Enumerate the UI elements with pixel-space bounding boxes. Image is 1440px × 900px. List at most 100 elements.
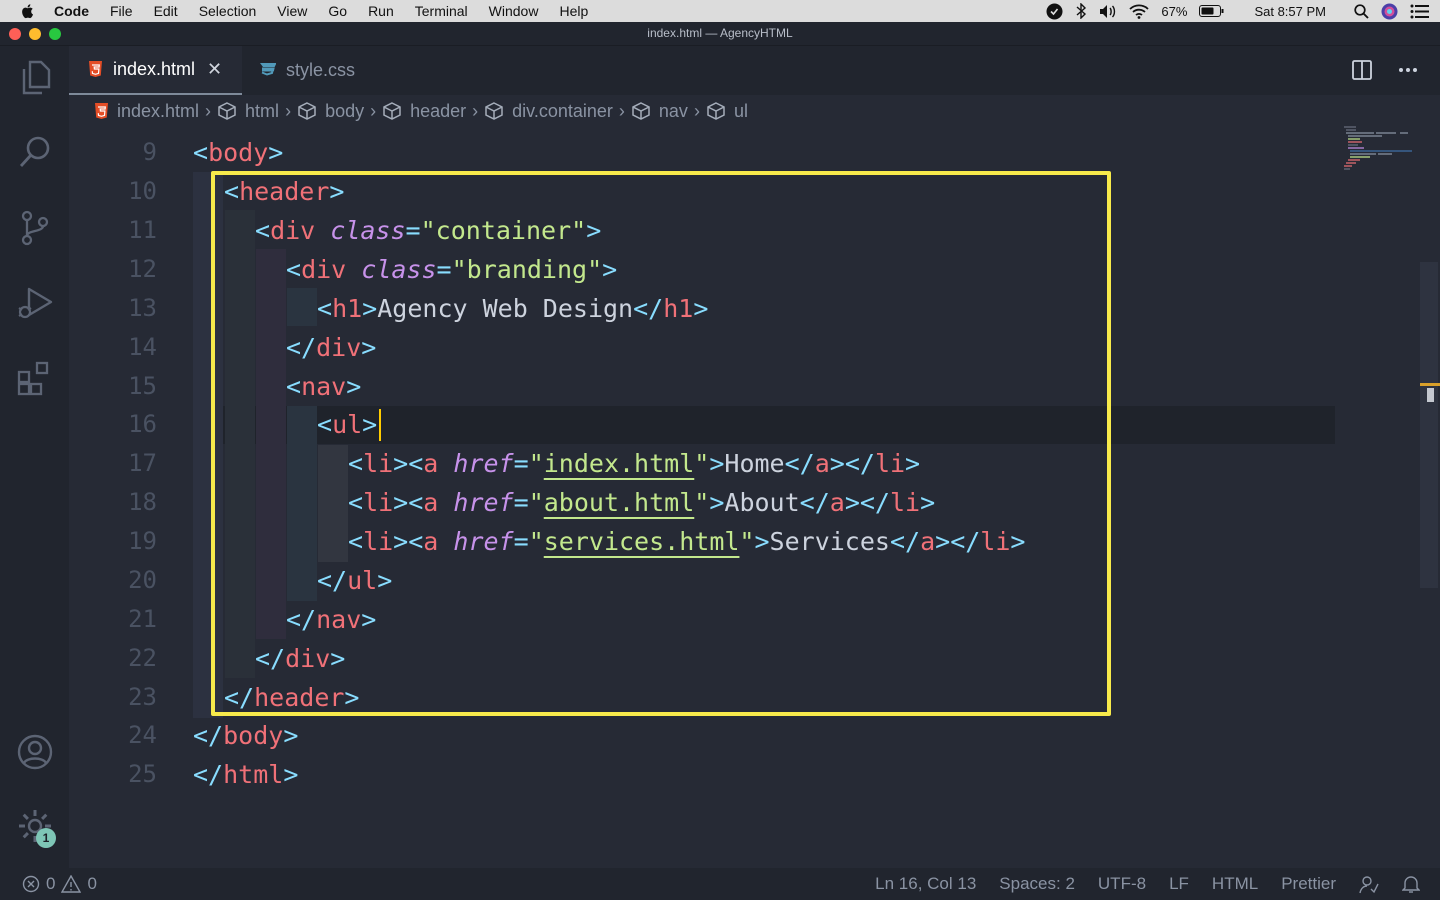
- formatter-status[interactable]: Prettier: [1281, 874, 1336, 894]
- menu-extras: 67% Sat 8:57 PM: [1046, 0, 1430, 22]
- annotation-highlight-box: [211, 171, 1111, 716]
- problems-indicator[interactable]: 0 0: [22, 874, 97, 894]
- element-cube-icon: [485, 102, 503, 120]
- warning-icon: [61, 875, 82, 893]
- end-of-line[interactable]: LF: [1169, 874, 1189, 894]
- menu-file[interactable]: File: [110, 0, 133, 22]
- file-encoding[interactable]: UTF-8: [1098, 874, 1146, 894]
- tab-index-html[interactable]: index.html ✕: [69, 46, 242, 95]
- element-cube-icon: [218, 102, 236, 120]
- chevron-right-icon: ›: [693, 100, 700, 121]
- breadcrumb-label: nav: [658, 100, 688, 121]
- siri-icon[interactable]: [1381, 3, 1398, 20]
- menu-window[interactable]: Window: [489, 0, 539, 22]
- line-number: 17: [128, 449, 157, 477]
- element-cube-icon: [632, 102, 650, 120]
- indentation-setting[interactable]: Spaces: 2: [999, 874, 1075, 894]
- breadcrumb-html[interactable]: html: [217, 101, 279, 122]
- chevron-right-icon: ›: [472, 100, 479, 121]
- breadcrumb-label: html: [245, 100, 280, 121]
- close-tab-icon[interactable]: ✕: [207, 59, 222, 80]
- breadcrumb-file[interactable]: index.html: [94, 101, 199, 122]
- css3-icon: [260, 63, 276, 76]
- notifications-bell-icon[interactable]: [1402, 874, 1420, 894]
- breadcrumb: index.html › html › body › header › div.…: [94, 98, 748, 124]
- spotlight-search-icon[interactable]: [1354, 3, 1369, 19]
- breadcrumb-ul[interactable]: ul: [706, 101, 748, 122]
- code-line-9[interactable]: <body>: [193, 133, 283, 172]
- menu-terminal[interactable]: Terminal: [415, 0, 468, 22]
- line-number: 22: [128, 644, 157, 672]
- code-line-25[interactable]: </html>: [193, 755, 298, 794]
- scrollbar-cursor-marker: [1420, 383, 1440, 386]
- line-number: 25: [128, 760, 157, 788]
- line-number: 11: [128, 216, 157, 244]
- html5-icon: [95, 102, 108, 119]
- more-actions-icon[interactable]: [1398, 67, 1418, 73]
- warning-count: 0: [87, 874, 97, 893]
- language-mode[interactable]: HTML: [1212, 874, 1258, 894]
- settings-update-badge: 1: [36, 828, 56, 848]
- breadcrumb-label: index.html: [117, 100, 200, 121]
- breadcrumb-div-container[interactable]: div.container: [484, 101, 613, 122]
- apple-icon[interactable]: [20, 3, 36, 19]
- tab-label: style.css: [286, 60, 356, 80]
- search-icon[interactable]: [17, 134, 53, 170]
- status-bar-right: Ln 16, Col 13 Spaces: 2 UTF-8 LF HTML Pr…: [875, 874, 1420, 894]
- chevron-right-icon: ›: [285, 100, 292, 121]
- menu-help[interactable]: Help: [559, 0, 588, 22]
- scrollbar-thumb[interactable]: [1427, 388, 1434, 402]
- code-line-24[interactable]: </body>: [193, 716, 298, 755]
- bluetooth-icon[interactable]: [1075, 3, 1087, 19]
- breadcrumb-nav[interactable]: nav: [631, 101, 688, 122]
- tab-style-css[interactable]: style.css: [242, 46, 382, 95]
- accounts-icon[interactable]: [17, 734, 53, 770]
- menu-view[interactable]: View: [277, 0, 307, 22]
- cursor-position[interactable]: Ln 16, Col 13: [875, 874, 976, 894]
- element-cube-icon: [383, 102, 401, 120]
- line-number: 9: [142, 138, 157, 166]
- split-editor-icon[interactable]: [1352, 60, 1372, 80]
- chevron-right-icon: ›: [370, 100, 377, 121]
- explorer-icon[interactable]: [17, 60, 53, 96]
- line-number: 23: [128, 683, 157, 711]
- line-number: 19: [128, 527, 157, 555]
- menu-selection[interactable]: Selection: [199, 0, 257, 22]
- battery-icon[interactable]: [1199, 5, 1224, 17]
- line-number: 24: [128, 721, 157, 749]
- minimap[interactable]: [1340, 125, 1420, 185]
- breadcrumb-label: body: [325, 100, 365, 121]
- menu-edit[interactable]: Edit: [154, 0, 178, 22]
- chevron-right-icon: ›: [205, 100, 212, 121]
- editor-actions: [1352, 60, 1418, 80]
- battery-percent: 67%: [1161, 3, 1188, 19]
- menubar-clock[interactable]: Sat 8:57 PM: [1254, 4, 1326, 19]
- line-number: 18: [128, 488, 157, 516]
- element-cube-icon: [707, 102, 725, 120]
- window-title-bar: index.html — AgencyHTML: [0, 22, 1440, 46]
- run-debug-icon[interactable]: [17, 286, 53, 322]
- vertical-scrollbar[interactable]: [1420, 262, 1438, 588]
- notification-center-icon[interactable]: [1410, 4, 1430, 19]
- line-number: 20: [128, 566, 157, 594]
- code-editor[interactable]: 9 10 11 12 13 14 15 16 17 18 19 20 21 22…: [69, 130, 1420, 868]
- menu-code[interactable]: Code: [54, 0, 89, 22]
- status-circle-icon[interactable]: [1046, 3, 1063, 20]
- line-number: 10: [128, 177, 157, 205]
- wifi-icon[interactable]: [1129, 4, 1150, 19]
- breadcrumb-header[interactable]: header: [382, 101, 466, 122]
- line-number: 15: [128, 372, 157, 400]
- line-number: 16: [128, 410, 157, 438]
- line-number: 14: [128, 333, 157, 361]
- extensions-icon[interactable]: [17, 360, 53, 396]
- source-control-icon[interactable]: [17, 210, 53, 246]
- line-number: 21: [128, 605, 157, 633]
- menu-go[interactable]: Go: [328, 0, 347, 22]
- feedback-icon[interactable]: [1359, 874, 1379, 894]
- activity-bar: [0, 46, 69, 868]
- volume-icon[interactable]: [1099, 4, 1117, 19]
- editor-tabs: index.html ✕ style.css: [69, 46, 1440, 95]
- breadcrumb-body[interactable]: body: [297, 101, 364, 122]
- menu-run[interactable]: Run: [368, 0, 394, 22]
- status-bar: 0 0 Ln 16, Col 13 Spaces: 2 UTF-8 LF HTM…: [0, 868, 1440, 900]
